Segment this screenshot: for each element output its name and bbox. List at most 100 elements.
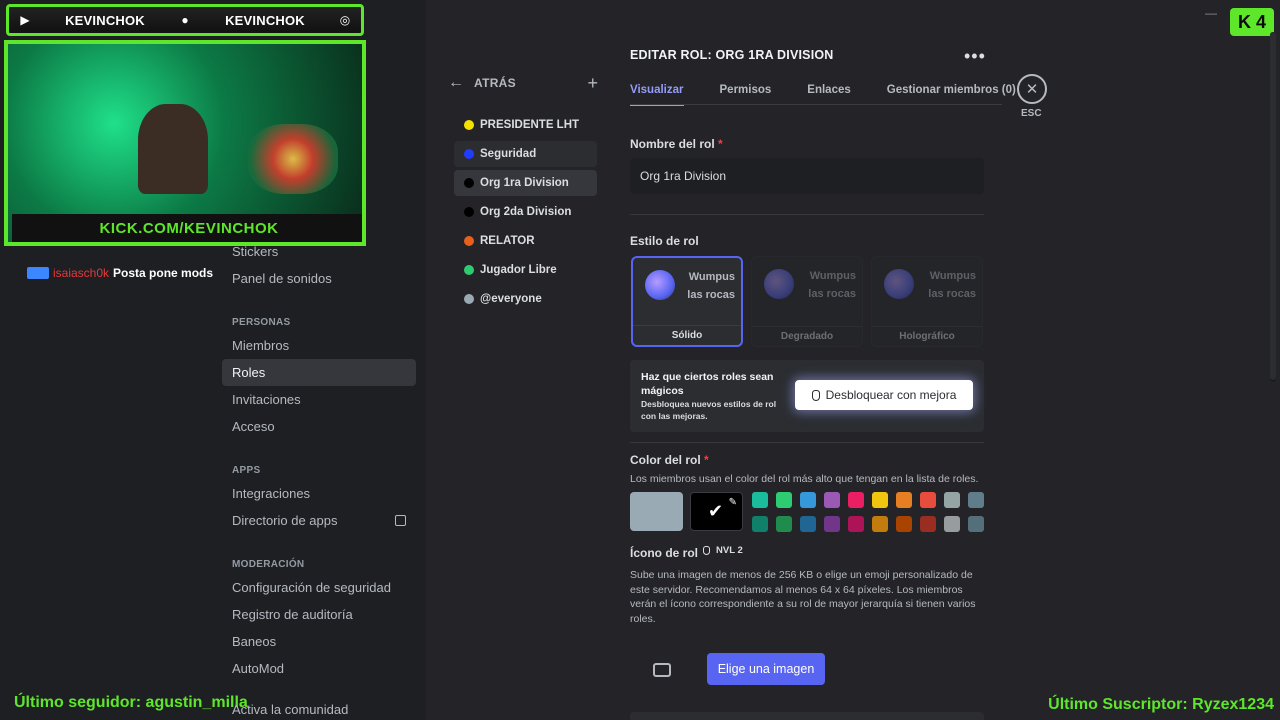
role-color-label: Color del rol * bbox=[630, 453, 709, 467]
color-swatch[interactable] bbox=[824, 516, 840, 532]
scrollbar[interactable] bbox=[1270, 32, 1276, 382]
role-item[interactable]: PRESIDENTE LHT bbox=[454, 112, 597, 138]
color-swatch[interactable] bbox=[848, 492, 864, 508]
choose-image-button[interactable]: Elige una imagen bbox=[707, 653, 825, 685]
nav-automod[interactable]: AutoMod bbox=[222, 655, 416, 682]
page-title: EDITAR ROL: ORG 1RA DIVISION bbox=[630, 48, 834, 62]
role-item[interactable]: RELATOR bbox=[454, 228, 597, 254]
role-icon-preview[interactable] bbox=[630, 638, 694, 702]
role-style-label: Estilo de rol bbox=[630, 234, 699, 248]
nav-audit-log[interactable]: Registro de auditoría bbox=[222, 601, 416, 628]
color-swatch[interactable] bbox=[872, 492, 888, 508]
style-card-label: Sólido bbox=[633, 325, 741, 345]
mascot-icon: ● bbox=[181, 13, 189, 27]
color-swatch[interactable] bbox=[944, 516, 960, 532]
scrollbar-thumb[interactable] bbox=[1270, 32, 1276, 380]
back-arrow-icon[interactable]: ← bbox=[448, 74, 464, 92]
nav-section-moderation: MODERACIÓN bbox=[232, 559, 305, 570]
required-marker: * bbox=[704, 453, 709, 467]
role-item[interactable]: Org 1ra Division bbox=[454, 170, 597, 196]
boost-level-text: NVL 2 bbox=[716, 545, 743, 556]
last-subscriber: Último Suscriptor: Ryzex1234 bbox=[1048, 696, 1274, 713]
boost-gem-icon bbox=[811, 389, 820, 401]
nav-section-apps: APPS bbox=[232, 465, 261, 476]
role-color-label-text: Color del rol bbox=[630, 453, 701, 467]
streamer-figure bbox=[138, 104, 208, 194]
more-options-icon[interactable]: ••• bbox=[964, 46, 986, 67]
tab-manage-members[interactable]: Gestionar miembros (0) bbox=[887, 84, 1016, 106]
tab-permissions[interactable]: Permisos bbox=[720, 84, 772, 106]
last-follower: Último seguidor: agustin_milla bbox=[14, 694, 248, 711]
style-card-label: Degradado bbox=[752, 326, 862, 346]
nav-members[interactable]: Miembros bbox=[222, 332, 416, 359]
style-card-holographic[interactable]: Wumpus las rocas Holográfico bbox=[871, 256, 983, 347]
color-swatch[interactable] bbox=[872, 516, 888, 532]
color-swatch[interactable] bbox=[968, 492, 984, 508]
color-swatch[interactable] bbox=[824, 492, 840, 508]
color-swatch[interactable] bbox=[944, 492, 960, 508]
color-swatch[interactable] bbox=[848, 516, 864, 532]
custom-color-swatch[interactable]: ✔ ✎ bbox=[690, 492, 743, 531]
chat-badge-icon bbox=[27, 267, 49, 279]
add-role-icon[interactable]: + bbox=[587, 73, 598, 94]
color-swatch[interactable] bbox=[776, 516, 792, 532]
style-card-gradient[interactable]: Wumpus las rocas Degradado bbox=[751, 256, 863, 347]
nav-enable-community[interactable]: Activa la comunidad bbox=[222, 696, 416, 720]
role-icon-label: Ícono de rol bbox=[630, 546, 699, 560]
default-color-swatch[interactable] bbox=[630, 492, 683, 531]
color-swatch[interactable] bbox=[800, 492, 816, 508]
esc-label: ESC bbox=[1021, 108, 1042, 119]
back-button[interactable]: ATRÁS bbox=[474, 76, 516, 90]
style-preview-text: Wumpus las rocas bbox=[928, 270, 976, 300]
nav-soundboard[interactable]: Panel de sonidos bbox=[222, 265, 416, 292]
boost-level-badge: NVL 2 bbox=[703, 545, 743, 556]
role-item[interactable]: Seguridad bbox=[454, 141, 597, 167]
unlock-button-label: Desbloquear con mejora bbox=[825, 388, 957, 402]
section-divider bbox=[630, 214, 984, 215]
boost-gem-icon bbox=[703, 546, 710, 555]
close-icon[interactable]: ✕ bbox=[1017, 74, 1047, 104]
nav-bans[interactable]: Baneos bbox=[222, 628, 416, 655]
color-swatch[interactable] bbox=[920, 492, 936, 508]
chat-text: Posta pone mods bbox=[113, 266, 214, 280]
color-swatch[interactable] bbox=[896, 492, 912, 508]
handle-right: KEVINCHOK bbox=[225, 12, 305, 28]
role-name-label-text: Nombre del rol bbox=[630, 137, 715, 151]
nav-invites[interactable]: Invitaciones bbox=[222, 386, 416, 413]
unlock-with-boost-button[interactable]: Desbloquear con mejora bbox=[795, 380, 973, 410]
nav-roles[interactable]: Roles bbox=[222, 359, 416, 386]
role-item[interactable]: Jugador Libre bbox=[454, 257, 597, 283]
nav-app-directory[interactable]: Directorio de apps bbox=[222, 507, 416, 534]
tab-links[interactable]: Enlaces bbox=[807, 84, 850, 106]
tab-display[interactable]: Visualizar bbox=[630, 84, 684, 106]
role-color-dot bbox=[464, 120, 474, 130]
color-swatch[interactable] bbox=[776, 492, 792, 508]
stream-handle-bar: ▶ KEVINCHOK ● KEVINCHOK ◎ bbox=[6, 4, 364, 36]
role-item[interactable]: Org 2da Division bbox=[454, 199, 597, 225]
color-swatch[interactable] bbox=[752, 492, 768, 508]
color-swatch[interactable] bbox=[800, 516, 816, 532]
minimize-icon[interactable]: — bbox=[1205, 6, 1217, 20]
nav-safety-setup[interactable]: Configuración de seguridad bbox=[222, 574, 416, 601]
color-swatch[interactable] bbox=[896, 516, 912, 532]
color-swatch[interactable] bbox=[920, 516, 936, 532]
color-swatch[interactable] bbox=[752, 516, 768, 532]
role-name-input[interactable]: Org 1ra Division bbox=[630, 158, 984, 194]
role-color-dot bbox=[464, 178, 474, 188]
required-marker: * bbox=[718, 137, 723, 151]
role-color-dot bbox=[464, 265, 474, 275]
youtube-icon: ▶ bbox=[20, 13, 30, 27]
nav-stickers[interactable]: Stickers bbox=[222, 238, 416, 265]
webcam-feed: KICK.COM/KEVINCHOK bbox=[4, 40, 366, 246]
nav-section-people: PERSONAS bbox=[232, 317, 291, 328]
promo-title: Haz que ciertos roles sean mágicos bbox=[641, 371, 774, 397]
color-swatch[interactable] bbox=[968, 516, 984, 532]
roles-header: ← ATRÁS + bbox=[448, 73, 598, 94]
role-color-dot bbox=[464, 236, 474, 246]
style-card-solid[interactable]: Wumpus las rocas Sólido bbox=[631, 256, 743, 347]
role-item[interactable]: @everyone bbox=[454, 286, 597, 312]
editor-tabs: Visualizar Permisos Enlaces Gestionar mi… bbox=[630, 84, 1052, 106]
nav-access[interactable]: Acceso bbox=[222, 413, 416, 440]
wumpus-avatar-icon bbox=[764, 269, 794, 299]
nav-integrations[interactable]: Integraciones bbox=[222, 480, 416, 507]
